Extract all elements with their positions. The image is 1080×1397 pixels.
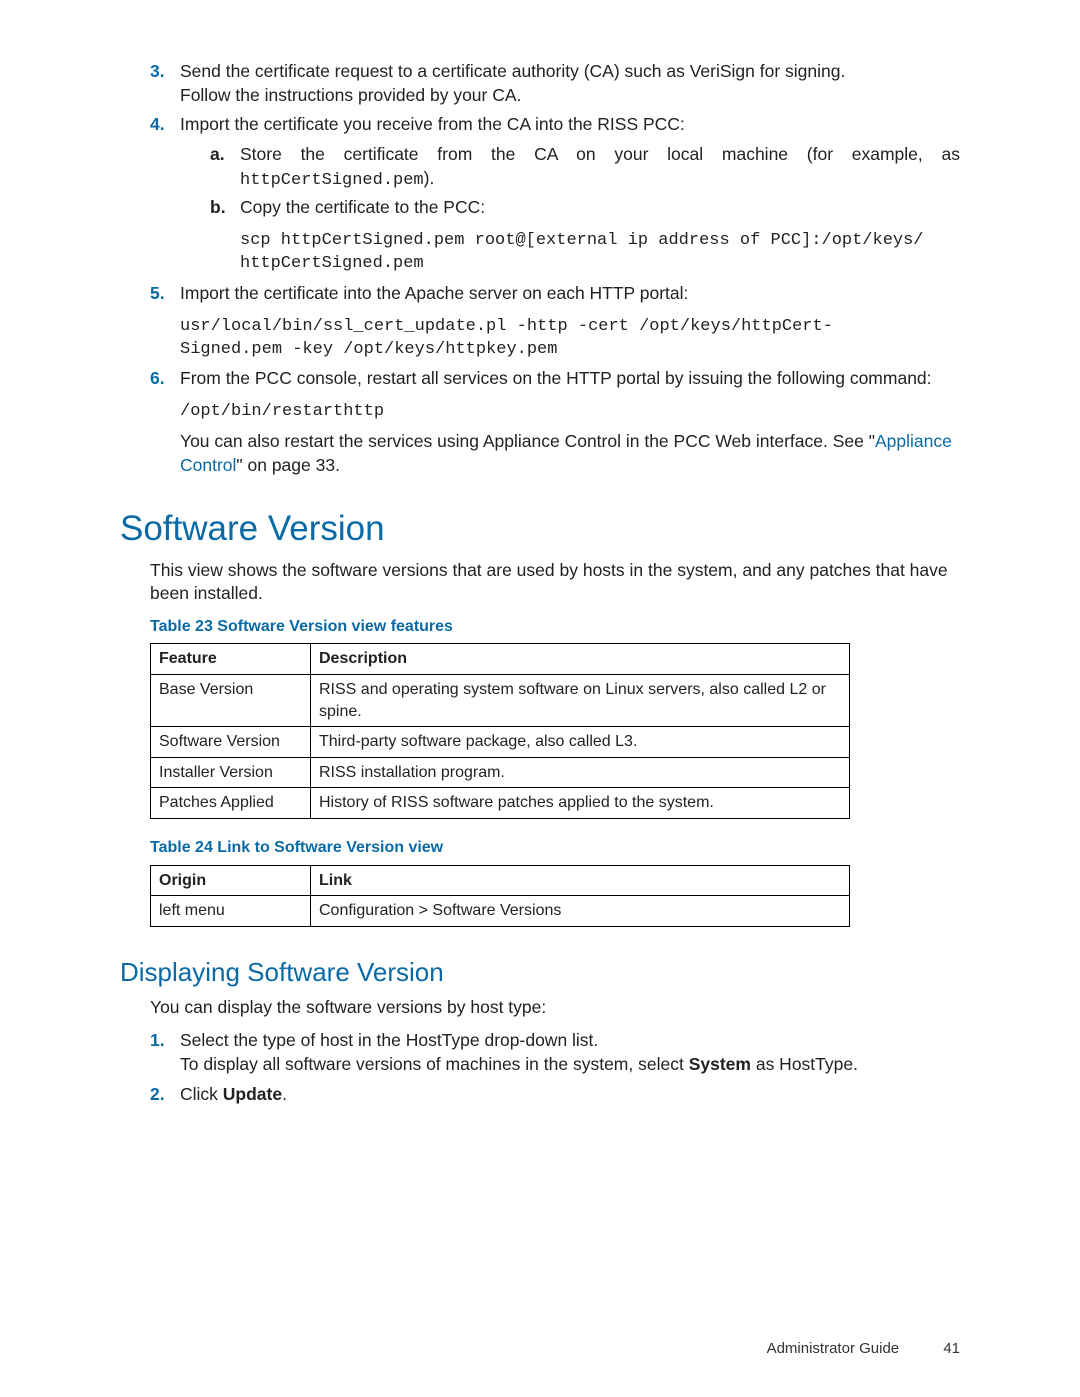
sub-body: Copy the certificate to the PCC: scp htt… [240,196,960,276]
page-footer: Administrator Guide 41 [767,1339,960,1359]
step-4: 4. Import the certificate you receive fr… [150,113,960,276]
step-6: 6. From the PCC console, restart all ser… [150,367,960,477]
step-5: 5. Import the certificate into the Apach… [150,282,960,362]
table24-caption: Table 24 Link to Software Version view [150,837,960,859]
table-row: Software Version Third-party software pa… [151,727,850,758]
ordered-list-display: 1. Select the type of host in the HostTy… [150,1029,960,1106]
sub-body: Store the certificate from the CA on you… [240,143,960,193]
text: Import the certificate you receive from … [180,114,685,134]
table-cell: RISS installation program. [311,757,850,788]
table23: Feature Description Base Version RISS an… [150,643,850,819]
display-step-1: 1. Select the type of host in the HostTy… [150,1029,960,1076]
table-cell: History of RISS software patches applied… [311,788,850,819]
table-header: Feature [151,644,311,675]
footer-title: Administrator Guide [767,1340,900,1357]
sub-number: a. [210,143,236,167]
table24: Origin Link left menu Configuration > So… [150,865,850,927]
step-number: 3. [150,60,178,84]
display-step-2: 2. Click Update. [150,1083,960,1107]
text: Click [180,1084,223,1104]
page-number: 41 [943,1340,960,1357]
text: Copy the certificate to the PCC: [240,197,485,217]
step-body: From the PCC console, restart all servic… [180,367,960,477]
step-number: 6. [150,367,178,391]
step-number: 4. [150,113,178,137]
step-4a: a. Store the certificate from the CA on … [210,143,960,193]
table-row: Installer Version RISS installation prog… [151,757,850,788]
table-cell: Third-party software package, also calle… [311,727,850,758]
ordered-list-main: 3. Send the certificate request to a cer… [150,60,960,477]
table-row: left menu Configuration > Software Versi… [151,896,850,927]
code-inline: httpCertSigned.pem [240,171,424,190]
code-block: usr/local/bin/ssl_cert_update.pl -http -… [180,316,960,362]
step-number: 5. [150,282,178,306]
sub-list: a. Store the certificate from the CA on … [210,143,960,276]
section-intro: This view shows the software versions th… [150,559,960,606]
step-4b: b. Copy the certificate to the PCC: scp … [210,196,960,276]
step-number: 1. [150,1029,178,1053]
table-cell: Software Version [151,727,311,758]
text-bold: Update [223,1084,282,1104]
text: Import the certificate into the Apache s… [180,283,688,303]
step-body: Send the certificate request to a certif… [180,60,960,107]
table-cell: Patches Applied [151,788,311,819]
page: 3. Send the certificate request to a cer… [0,0,1080,1397]
text: Follow the instructions provided by your… [180,85,521,105]
step-number: 2. [150,1083,178,1107]
section-title-software-version: Software Version [120,505,960,552]
code-block: /opt/bin/restarthttp [180,401,960,424]
table-header: Description [311,644,850,675]
step-body: Import the certificate you receive from … [180,113,960,276]
step-body: Select the type of host in the HostType … [180,1029,960,1076]
code-block: scp httpCertSigned.pem root@[external ip… [240,230,960,276]
step-body: Click Update. [180,1083,960,1107]
table-header-row: Origin Link [151,865,850,896]
text: " on page 33. [236,455,340,475]
table-header-row: Feature Description [151,644,850,675]
table-cell: RISS and operating system software on Li… [311,674,850,726]
text: . [282,1084,287,1104]
text: You can also restart the services using … [180,431,875,451]
table-header: Origin [151,865,311,896]
table-cell: Installer Version [151,757,311,788]
table-row: Patches Applied History of RISS software… [151,788,850,819]
text: To display all software versions of mach… [180,1054,689,1074]
text: as HostType. [751,1054,858,1074]
text-bold: System [689,1054,751,1074]
step-body: Import the certificate into the Apache s… [180,282,960,362]
table-header: Link [311,865,850,896]
table-cell: Configuration > Software Versions [311,896,850,927]
text: Select the type of host in the HostType … [180,1030,598,1050]
table-cell: left menu [151,896,311,927]
sub-number: b. [210,196,236,220]
text: Store the certificate from the CA on you… [240,144,960,164]
text: Send the certificate request to a certif… [180,61,845,81]
subsection-title-displaying: Displaying Software Version [120,955,960,990]
table-cell: Base Version [151,674,311,726]
table23-caption: Table 23 Software Version view features [150,616,960,638]
text: ). [424,168,435,188]
text: From the PCC console, restart all servic… [180,368,932,388]
table-row: Base Version RISS and operating system s… [151,674,850,726]
step-3: 3. Send the certificate request to a cer… [150,60,960,107]
subsection-intro: You can display the software versions by… [150,996,960,1020]
